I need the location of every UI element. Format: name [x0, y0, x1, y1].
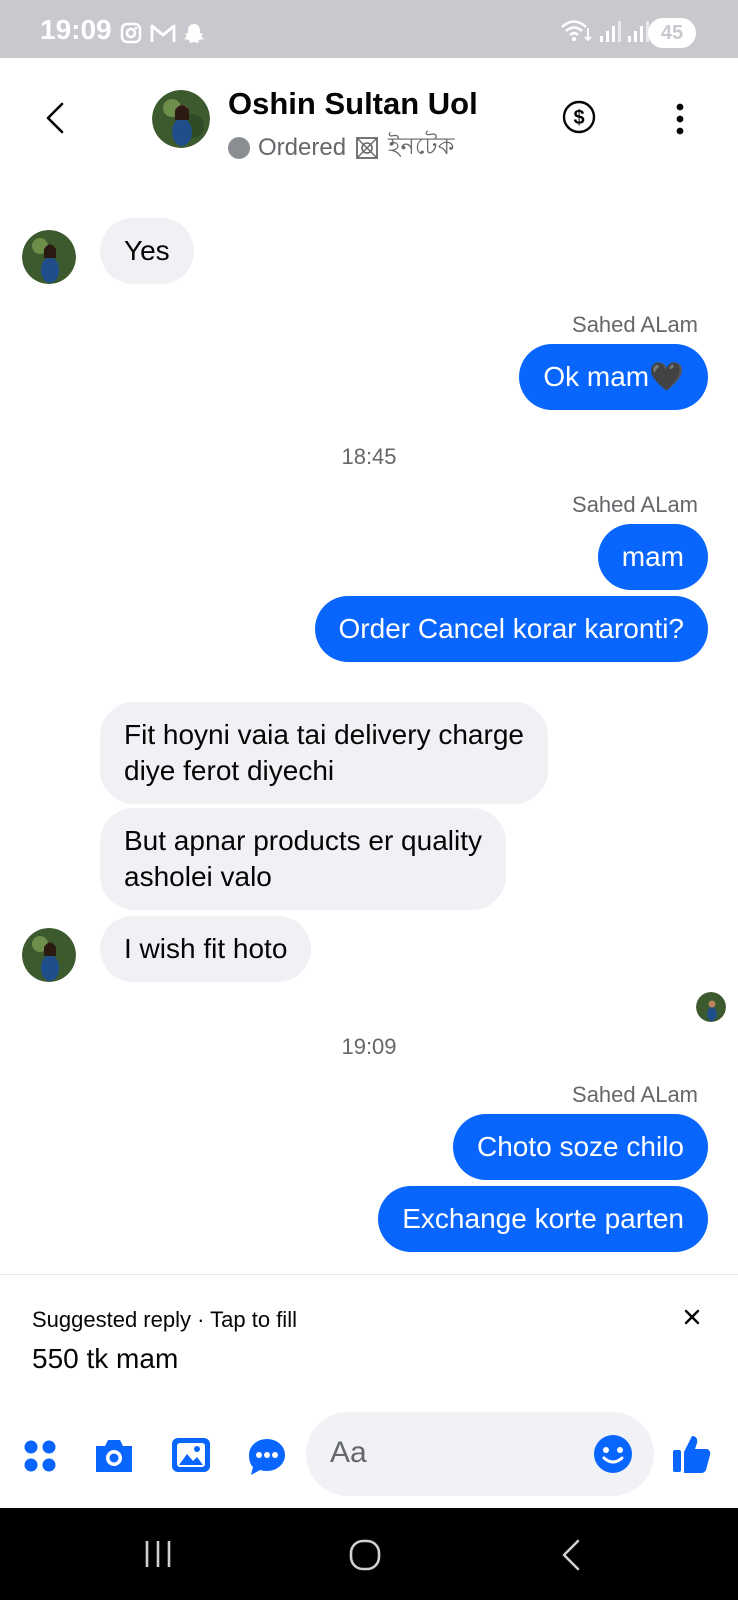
integration-tag: ইনটেক [388, 133, 455, 160]
composer-bar: Aa [0, 1408, 738, 1508]
emoji-icon[interactable] [592, 1433, 634, 1475]
status-dot [228, 137, 250, 159]
message-input[interactable]: Aa [306, 1412, 654, 1496]
contact-name[interactable]: Oshin Sultan Uol [228, 86, 478, 122]
signal-icon [628, 21, 649, 42]
message-line: But apnar products er quality [124, 825, 482, 856]
more-icon[interactable] [670, 102, 690, 136]
contact-avatar-small[interactable] [22, 928, 76, 982]
timestamp: 19:09 [341, 1034, 397, 1059]
thumbs-up-icon[interactable] [670, 1432, 712, 1476]
suggested-reply-panel[interactable]: Suggested reply · Tap to fill 550 tk mam [0, 1274, 738, 1408]
svg-text:$: $ [573, 107, 584, 129]
contact-avatar[interactable] [152, 90, 210, 148]
dollar-icon[interactable]: $ [562, 100, 596, 134]
camera-icon[interactable] [92, 1436, 136, 1476]
sender-name: Sahed ALam [572, 1082, 698, 1107]
message-bubble[interactable]: Choto soze chilo [452, 1114, 708, 1180]
message-bubble[interactable]: I wish fit hoto [100, 916, 312, 982]
suggested-reply-title: Suggested reply [32, 1307, 191, 1332]
message-bubble[interactable]: Exchange korte parten [378, 1186, 708, 1252]
signal-icon [600, 21, 621, 42]
message-bubble[interactable]: Ok mam🖤 [519, 344, 708, 410]
recents-icon[interactable] [142, 1538, 174, 1570]
conversation-header: Oshin Sultan Uol Ordered ইনটেক $ [0, 58, 738, 186]
chat-bubble-icon[interactable] [246, 1436, 288, 1478]
timestamp: 18:45 [341, 444, 397, 469]
message-bubble[interactable]: Fit hoyni vaia tai delivery charge diye … [100, 702, 548, 804]
apps-icon[interactable] [20, 1436, 60, 1476]
snapchat-icon [184, 24, 204, 43]
status-bar: 19:09 45 [0, 0, 738, 58]
system-nav-bar [0, 1508, 738, 1600]
status-time: 19:09 [40, 14, 112, 45]
order-label: Ordered [258, 134, 347, 161]
contact-status: Ordered ইনটেক [228, 128, 454, 168]
contact-avatar-small[interactable] [22, 230, 76, 284]
message-line: asholei valo [124, 861, 272, 892]
close-icon[interactable] [680, 1305, 704, 1329]
suggested-reply-header: Suggested reply · Tap to fill [32, 1307, 297, 1332]
gmail-icon [150, 24, 176, 42]
seen-avatar [696, 992, 726, 1022]
message-line: diye ferot diyechi [124, 755, 335, 786]
message-bubble[interactable]: But apnar products er quality asholei va… [100, 808, 506, 910]
wifi-icon [561, 20, 592, 42]
message-bubble[interactable]: Order Cancel korar karonti? [314, 596, 708, 662]
message-thread[interactable]: Yes Sahed ALam Ok mam🖤 18:45 Sahed ALam … [0, 186, 738, 1274]
home-icon[interactable] [348, 1538, 382, 1572]
message-bubble[interactable]: Yes [100, 218, 194, 284]
back-nav-icon[interactable] [558, 1538, 584, 1572]
suggested-reply-text[interactable]: 550 tk mam [32, 1343, 178, 1375]
message-bubble[interactable]: mam [597, 524, 708, 590]
battery-level: 45 [648, 18, 696, 48]
gallery-icon[interactable] [170, 1436, 212, 1476]
sender-name: Sahed ALam [572, 492, 698, 517]
instagram-icon [120, 22, 142, 44]
sender-name: Sahed ALam [572, 312, 698, 337]
suggested-reply-hint: Tap to fill [210, 1307, 297, 1332]
back-icon[interactable] [40, 100, 72, 136]
message-input-placeholder: Aa [330, 1436, 367, 1469]
integration-icon [356, 137, 378, 159]
message-line: Fit hoyni vaia tai delivery charge [124, 719, 524, 750]
